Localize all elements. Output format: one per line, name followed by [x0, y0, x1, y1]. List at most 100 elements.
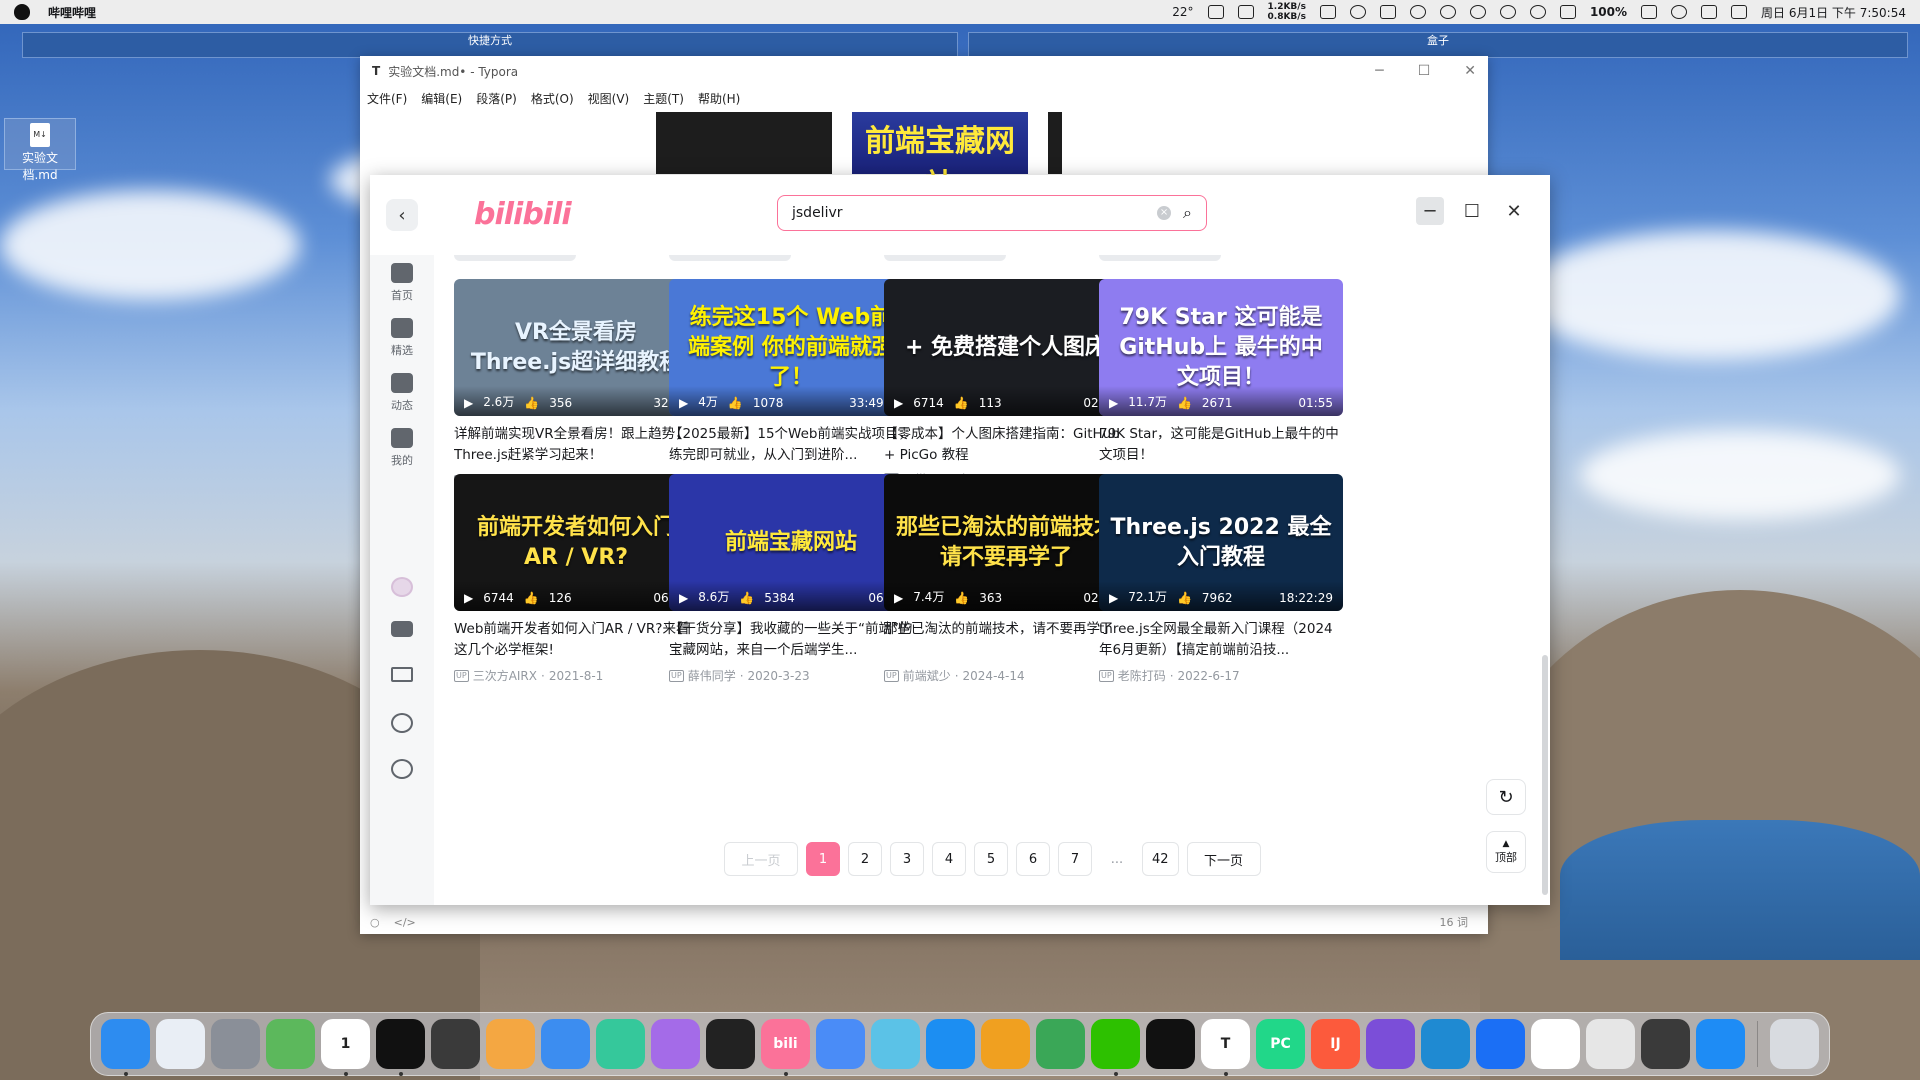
wave-app-icon[interactable]: [1476, 1019, 1525, 1069]
sidebar-item-mine[interactable]: 我的: [370, 428, 434, 468]
search-input[interactable]: jsdelivr: [792, 205, 843, 221]
close-icon[interactable]: ✕: [1464, 63, 1476, 79]
maximize-icon[interactable]: ☐: [1418, 63, 1431, 79]
video-title[interactable]: 那些已淘汰的前端技术，请不要再学了: [884, 619, 1128, 661]
maximize-button[interactable]: ☐: [1458, 197, 1486, 225]
back-button[interactable]: ‹: [386, 199, 418, 231]
upload-button[interactable]: [370, 621, 434, 641]
close-button[interactable]: ✕: [1500, 197, 1528, 225]
page-button-2[interactable]: 2: [848, 842, 882, 876]
menu-file[interactable]: 文件(F): [367, 90, 407, 107]
sidebar-item-dynamic[interactable]: 动态: [370, 373, 434, 413]
launchpad-icon[interactable]: [156, 1019, 205, 1069]
menu-theme[interactable]: 主题(T): [643, 90, 684, 107]
eject-icon[interactable]: [1701, 5, 1718, 19]
weather-status[interactable]: 22°: [1172, 5, 1193, 19]
video-title[interactable]: 【干货分享】我收藏的一些关于“前端”的宝藏网站，来自一个后端学生...: [669, 619, 913, 661]
video-title[interactable]: 79K Star，这可能是GitHub上最牛的中文项目！: [1099, 424, 1343, 466]
bilibili-icon[interactable]: bili: [761, 1019, 810, 1076]
calculator-icon[interactable]: [1641, 1019, 1690, 1069]
uploader-name[interactable]: 前端斌少: [903, 667, 951, 684]
video-thumbnail[interactable]: VR全景看房 Three.js超详细教程▶2.6万👍35632:29: [454, 279, 698, 416]
camera-icon[interactable]: [431, 1019, 480, 1069]
phone-icon[interactable]: [1319, 5, 1336, 19]
control-center-icon[interactable]: [1731, 5, 1748, 19]
clock-icon[interactable]: [376, 1019, 425, 1076]
umbrella-app-icon[interactable]: [1586, 1019, 1635, 1069]
back-to-top-button[interactable]: ▲ 顶部: [1486, 831, 1526, 873]
user-icon[interactable]: [1409, 5, 1426, 19]
uploader-name[interactable]: 老陈打码: [1118, 667, 1166, 684]
intellij-icon[interactable]: IJ: [1311, 1019, 1360, 1069]
github-icon[interactable]: [706, 1019, 755, 1069]
pycharm-icon[interactable]: PC: [1256, 1019, 1305, 1069]
next-page-button[interactable]: 下一页: [1186, 842, 1261, 876]
prev-page-button[interactable]: 上一页: [724, 842, 798, 876]
desktop-file[interactable]: M↓ 实验文档.md: [4, 118, 76, 182]
video-title[interactable]: 详解前端实现VR全景看房！跟上趋势，Three.js赶紧学习起来！: [454, 424, 698, 466]
search-box[interactable]: jsdelivr × ⌕: [777, 195, 1207, 231]
page-button-6[interactable]: 6: [1016, 842, 1050, 876]
active-app-name[interactable]: 哔哩哔哩: [48, 4, 96, 21]
page-button-4[interactable]: 4: [932, 842, 966, 876]
finder-icon[interactable]: [101, 1019, 150, 1076]
system-settings-icon[interactable]: [211, 1019, 260, 1069]
sidebar-item-home[interactable]: 首页: [370, 263, 434, 303]
settings-button[interactable]: [370, 759, 434, 783]
photos-icon[interactable]: [486, 1019, 535, 1069]
uploader-name[interactable]: 三次方AIRX: [473, 667, 537, 684]
bilibili-logo[interactable]: bilibili: [474, 197, 572, 232]
avatar[interactable]: [370, 577, 434, 601]
page-button-5[interactable]: 5: [974, 842, 1008, 876]
wifi-icon[interactable]: [1529, 5, 1546, 19]
play-icon[interactable]: [1349, 5, 1366, 19]
menu-format[interactable]: 格式(O): [531, 90, 574, 107]
refresh-button[interactable]: ↻: [1486, 779, 1526, 815]
wechat-icon[interactable]: [1091, 1019, 1140, 1076]
clear-icon[interactable]: ×: [1157, 206, 1172, 220]
search-icon[interactable]: [1469, 5, 1486, 19]
embedded-image[interactable]: 前端宝藏网站: [852, 112, 1028, 203]
embedded-image[interactable]: [1048, 112, 1062, 174]
battery-icon[interactable]: [1641, 5, 1658, 19]
video-card[interactable]: Three.js 2022 最全入门教程 ▶ 72.1万 👍 7962 18:22:29 t…: [1099, 474, 1343, 684]
minimize-button[interactable]: ─: [1416, 197, 1444, 225]
page-button-7[interactable]: 7: [1058, 842, 1092, 876]
scrollbar[interactable]: [1542, 655, 1548, 895]
grid-app-icon[interactable]: [1207, 5, 1224, 19]
video-title[interactable]: 【零成本】个人图床搭建指南：GitHub + PicGo 教程: [884, 424, 1128, 466]
app-store-icon[interactable]: [1696, 1019, 1745, 1069]
video-thumbnail[interactable]: 练完这15个 Web前端案例 你的前端就强了！ ▶ 4万 👍 1078 33:49:30: [669, 279, 913, 416]
visual-studio-icon[interactable]: [1366, 1019, 1415, 1069]
trash-icon[interactable]: [1769, 1019, 1819, 1069]
sidebar-icon[interactable]: [1379, 5, 1396, 19]
shortcut-window-tab[interactable]: 快捷方式: [22, 32, 958, 58]
files-icon[interactable]: [541, 1019, 590, 1069]
cloud-app-icon[interactable]: [816, 1019, 865, 1069]
video-card[interactable]: 练完这15个 Web前端案例 你的前端就强了！ ▶ 4万 👍 1078 33:49:30 【…: [669, 279, 913, 489]
menubar-clock[interactable]: 周日 6月1日 下午 7:50:54: [1761, 4, 1906, 21]
uploader-name[interactable]: 薛伟同学: [688, 667, 736, 684]
page-button-1[interactable]: 1: [806, 842, 840, 876]
vscode-icon[interactable]: [1421, 1019, 1470, 1069]
weibo-icon[interactable]: [1531, 1019, 1580, 1069]
video-card[interactable]: + 免费搭建个人图床▶6714👍11302:48【零成本】个人图床搭建指南：Gi…: [884, 279, 1128, 486]
outline-toggle-icon[interactable]: ○: [370, 916, 380, 929]
menu-help[interactable]: 帮助(H): [698, 90, 740, 107]
qq-icon[interactable]: [1146, 1019, 1195, 1069]
safari-icon[interactable]: [926, 1019, 975, 1069]
video-title[interactable]: 【2025最新】15个Web前端实战项目，练完即可就业，从入门到进阶...: [669, 424, 913, 466]
video-card[interactable]: 前端宝藏网站▶8.6万👍538406:12【干货分享】我收藏的一些关于“前端”的…: [669, 474, 913, 684]
page-button-3[interactable]: 3: [890, 842, 924, 876]
sidebar-item-featured[interactable]: 精选: [370, 318, 434, 358]
network-app-icon[interactable]: [871, 1019, 920, 1069]
display-icon[interactable]: [1559, 5, 1576, 19]
menu-paragraph[interactable]: 段落(P): [476, 90, 517, 107]
minimize-icon[interactable]: ─: [1375, 63, 1383, 79]
search-icon[interactable]: ⌕: [1183, 203, 1192, 223]
video-thumbnail[interactable]: 79K Star 这可能是GitHub上 最牛的中文项目！ ▶ 11.7万 👍 2671…: [1099, 279, 1343, 416]
page-button-last[interactable]: 42: [1142, 842, 1179, 876]
calendar-icon[interactable]: 1: [321, 1019, 370, 1076]
maps-icon[interactable]: [266, 1019, 315, 1069]
video-card[interactable]: 那些已淘汰的前端技术 请不要再学了▶7.4万👍36302:05那些已淘汰的前端技…: [884, 474, 1128, 684]
